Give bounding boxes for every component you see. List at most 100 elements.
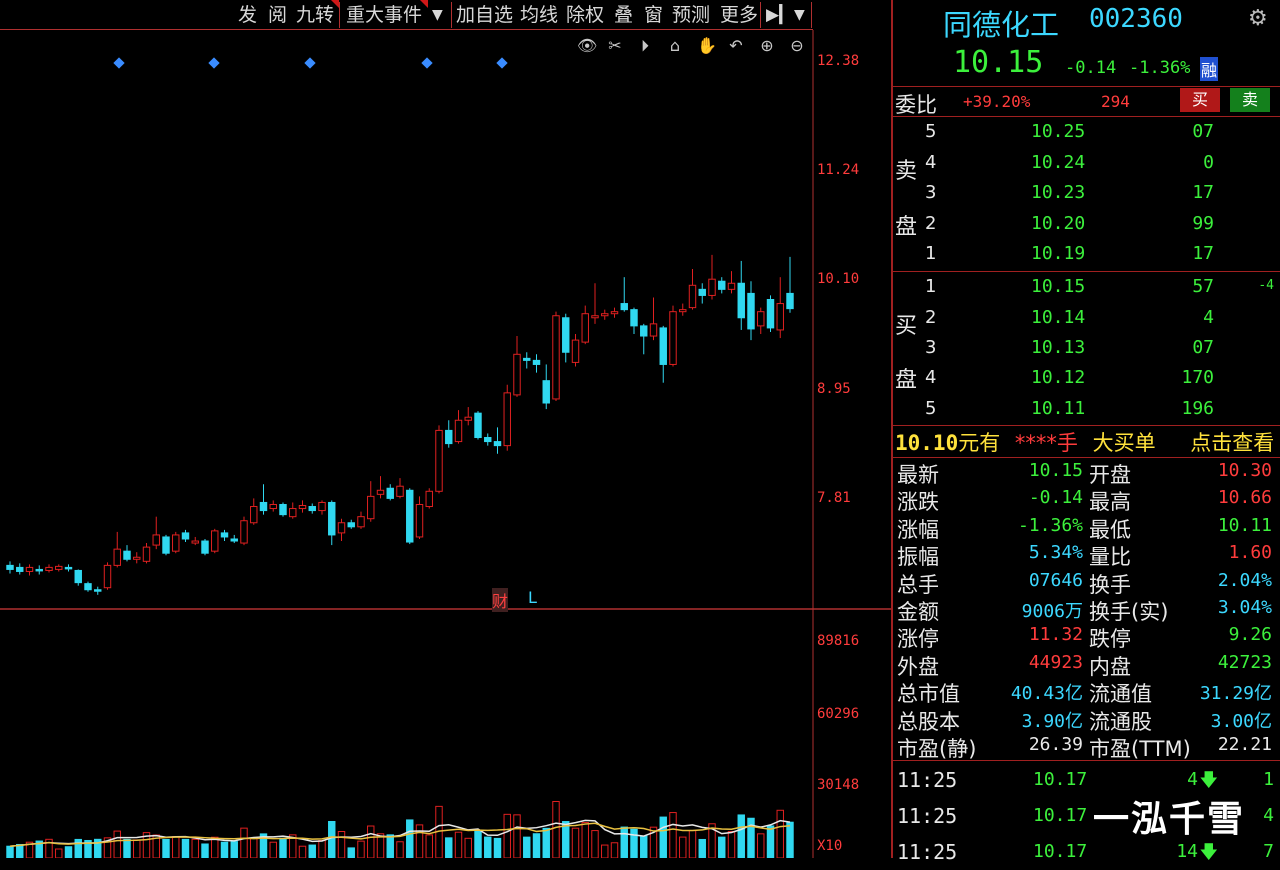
- sell-level[interactable]: 2 10.20 99: [893, 209, 1280, 239]
- watermark: 一泓千雪: [1093, 799, 1246, 840]
- volume-axis-label: 89816: [817, 633, 860, 649]
- flag-icon: [420, 0, 428, 8]
- quote-value: 42723: [1217, 651, 1272, 673]
- event-diamond-icon: [113, 57, 125, 69]
- kline-chart[interactable]: [0, 30, 893, 858]
- buy-level[interactable]: 1 10.15 57 -4: [893, 272, 1280, 302]
- candle-body: [503, 392, 511, 447]
- candle-body: [6, 564, 14, 570]
- candle-body: [64, 566, 73, 570]
- volume-bar: [474, 829, 482, 858]
- toolbar-window[interactable]: 窗: [644, 3, 663, 27]
- candle-body: [191, 540, 199, 544]
- volume-bar: [610, 842, 619, 858]
- volume-bar: [688, 830, 697, 858]
- level-volume: 99: [1192, 213, 1214, 234]
- toolbar-moving-avg[interactable]: 均线: [520, 3, 558, 27]
- volume-bar: [757, 833, 765, 858]
- toolbar-major-events[interactable]: 重大事件: [346, 3, 422, 27]
- toolbar-yue[interactable]: 阅: [268, 3, 287, 27]
- sell-level[interactable]: 4 10.24 0: [893, 148, 1280, 178]
- volume-bar: [601, 844, 609, 858]
- quote-value: 2.04%: [1217, 569, 1272, 591]
- volume-bar: [718, 836, 726, 858]
- volume-bar: [123, 838, 131, 858]
- tick-time: 11:25: [897, 804, 958, 828]
- buy-button[interactable]: 买: [1180, 88, 1220, 112]
- buy-level[interactable]: 5 10.11 196: [893, 394, 1280, 424]
- toolbar-ex-rights[interactable]: 除权: [566, 3, 604, 27]
- quote-row: 涨跌 -0.14 最高 10.66: [893, 485, 1280, 514]
- gear-icon[interactable]: ⚙: [1248, 6, 1268, 31]
- flag-icon: [331, 0, 339, 8]
- candle-body: [35, 568, 43, 572]
- candle-body: [162, 536, 170, 554]
- candle-body: [269, 503, 277, 510]
- candle-body: [211, 530, 219, 552]
- volume-bar: [698, 838, 706, 858]
- candle-body: [103, 564, 112, 589]
- sell-level[interactable]: 5 10.25 07: [893, 117, 1280, 147]
- toolbar-more[interactable]: 更多: [720, 3, 758, 27]
- candle-body: [523, 357, 531, 361]
- volume-bar: [250, 837, 258, 858]
- candle-body: [786, 292, 794, 310]
- big-order-unit: 手: [1056, 431, 1078, 455]
- price-axis-label: 8.95: [817, 381, 851, 397]
- sell-button[interactable]: 卖: [1230, 88, 1270, 112]
- volume-bar: [240, 827, 248, 858]
- quote-panel: 同德化工 002360 ⚙ 10.15 -0.14 -1.36% 融 委比 +3…: [893, 0, 1280, 864]
- sell-level[interactable]: 3 10.23 17: [893, 178, 1280, 208]
- toolbar-forecast[interactable]: 预测: [672, 3, 710, 27]
- toolbar-jiuzhuan[interactable]: 九转: [296, 3, 334, 27]
- tick-time: 11:25: [897, 768, 958, 792]
- candle-body: [425, 490, 433, 508]
- buy-level[interactable]: 2 10.14 4: [893, 303, 1280, 333]
- buy-level[interactable]: 3 10.13 07: [893, 333, 1280, 363]
- toolbar-overlay[interactable]: 叠: [614, 3, 633, 27]
- toolbar-add-watchlist[interactable]: 加自选: [456, 3, 513, 27]
- candle-body: [562, 317, 570, 353]
- candle-body: [201, 540, 209, 554]
- event-diamond-icon: [208, 57, 220, 69]
- volume-bar: [747, 817, 755, 858]
- quote-value: -0.14: [1028, 487, 1083, 509]
- toolbar-separator: [760, 2, 761, 28]
- quote-row: 振幅 5.34% 量比 1.60: [893, 540, 1280, 569]
- level-index: 2: [925, 213, 937, 234]
- big-order-banner[interactable]: 10.10元有 ****手 大买单 点击查看: [895, 427, 1274, 457]
- volume-bar: [523, 836, 531, 858]
- event-markers: [113, 57, 508, 69]
- toolbar-fa[interactable]: 发: [238, 3, 257, 27]
- buy-level[interactable]: 4 10.12 170: [893, 363, 1280, 393]
- big-order-link[interactable]: 点击查看: [1190, 431, 1274, 455]
- chart-toolbar: 发 阅 九转 重大事件 ▼ 加自选 均线 除权 叠 窗 预测 更多 ▶▎ ▼: [0, 0, 813, 30]
- exit-to-right-icon[interactable]: ▶▎: [766, 3, 792, 27]
- tick-price: 10.17: [1033, 805, 1088, 826]
- candle-body: [133, 556, 141, 560]
- price-axis-label: 10.10: [817, 271, 860, 287]
- price-axis-label: 12.38: [817, 53, 860, 69]
- divider: [893, 86, 1280, 87]
- l-marker[interactable]: L: [528, 588, 537, 607]
- sell-level[interactable]: 1 10.19 17: [893, 239, 1280, 269]
- volume-bar: [55, 848, 63, 858]
- candle-body: [659, 327, 667, 365]
- caret-down-icon[interactable]: ▼: [794, 3, 805, 27]
- candle-body: [181, 532, 190, 540]
- caret-down-icon[interactable]: ▼: [432, 3, 443, 27]
- quote-value: 3.04%: [1217, 597, 1272, 618]
- candle-body: [250, 506, 258, 524]
- quote-value: 31.29亿: [1199, 683, 1272, 705]
- candle-body: [435, 429, 443, 492]
- quote-value: 26.39: [1028, 734, 1083, 755]
- volume-bar: [484, 836, 492, 858]
- candle-body: [757, 311, 765, 327]
- financial-report-marker[interactable]: 财: [492, 588, 509, 612]
- volume-bar: [230, 841, 238, 858]
- candle-body: [484, 437, 492, 443]
- volume-bar: [766, 825, 775, 858]
- volume-bar: [220, 841, 229, 858]
- level-index: 1: [925, 276, 937, 297]
- tick-count: 4: [1263, 805, 1274, 826]
